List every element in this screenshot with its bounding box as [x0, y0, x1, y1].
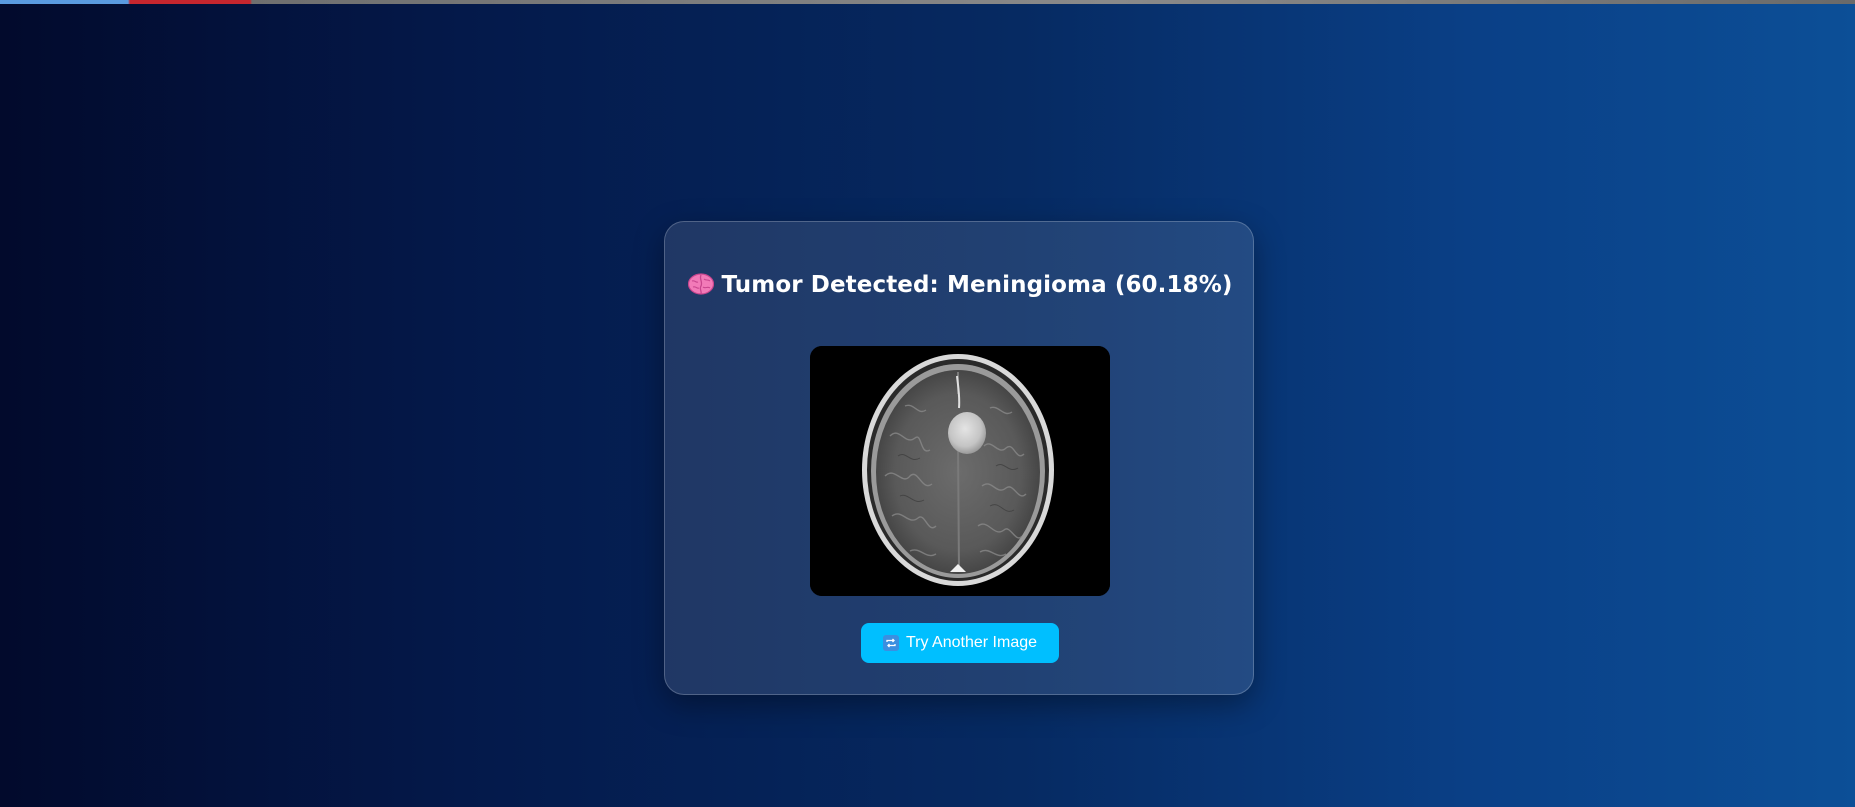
- browser-top-strip: [0, 0, 1855, 4]
- mri-scan-graphic: [810, 346, 1110, 596]
- result-heading: Tumor Detected: Meningioma (60.18%): [665, 272, 1255, 298]
- result-title-text: Tumor Detected: Meningioma (60.18%): [721, 272, 1233, 298]
- try-another-image-button[interactable]: Try Another Image: [861, 623, 1059, 663]
- result-card: Tumor Detected: Meningioma (60.18%) Try …: [664, 221, 1254, 695]
- repeat-icon: [882, 635, 899, 651]
- mri-scan-image: [810, 346, 1110, 596]
- brain-icon: [687, 273, 714, 295]
- try-another-image-label: Try Another Image: [905, 634, 1038, 651]
